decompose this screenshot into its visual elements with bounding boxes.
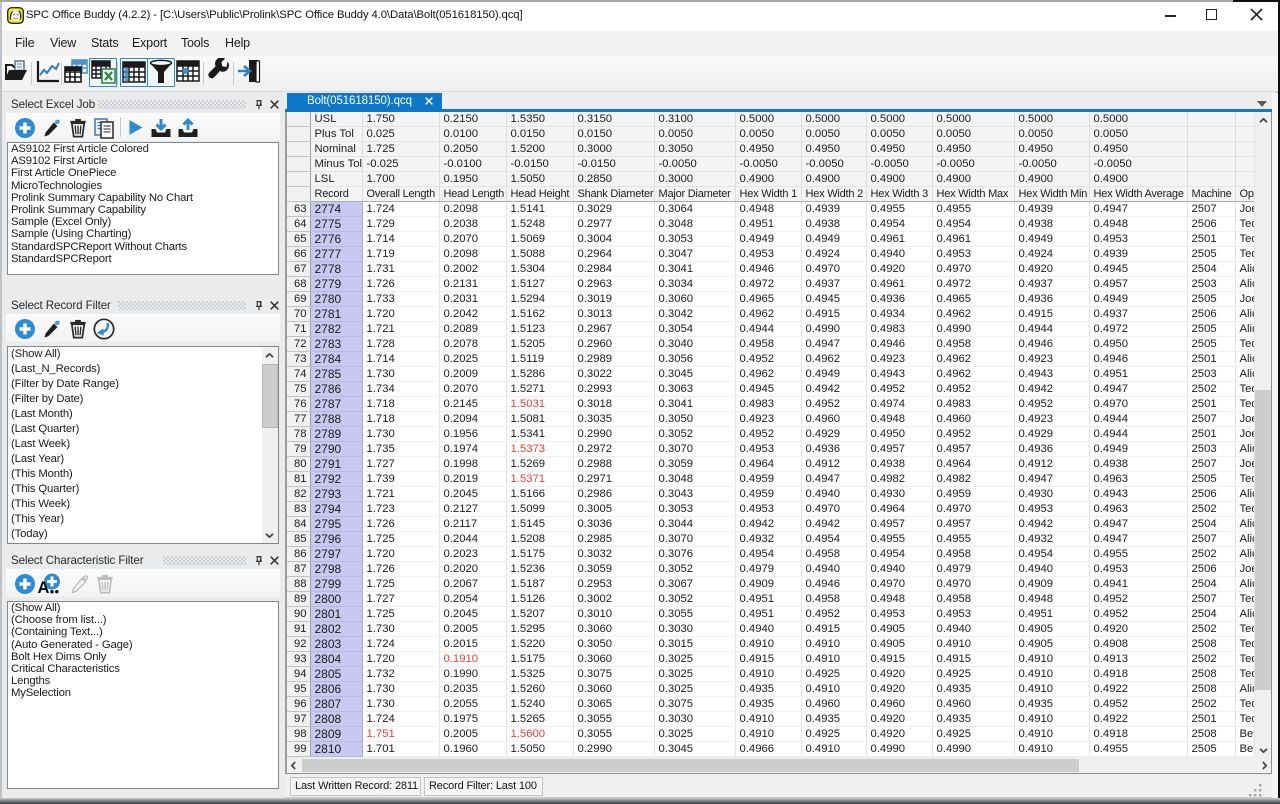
svg-text:A: A bbox=[38, 579, 50, 595]
